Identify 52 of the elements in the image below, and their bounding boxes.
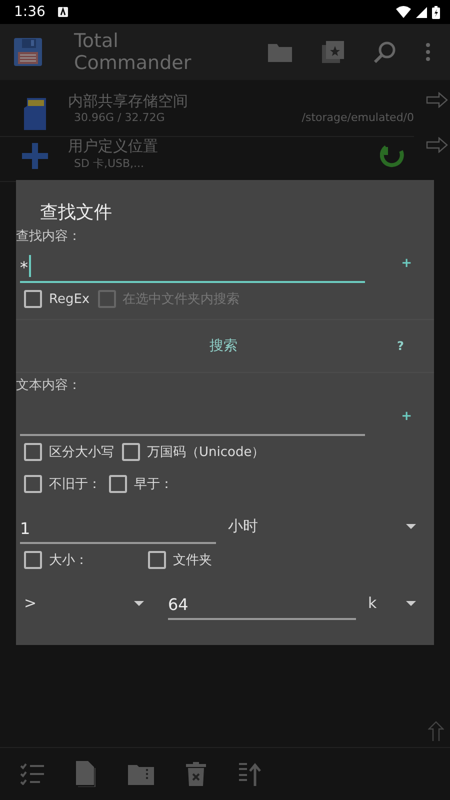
- add-button[interactable]: +: [397, 256, 416, 271]
- plus-icon: [22, 143, 48, 169]
- dropdown-arrow-icon: [406, 600, 416, 606]
- search-icon[interactable]: [374, 41, 396, 63]
- search-button[interactable]: 搜索: [56, 337, 392, 355]
- checkbox[interactable]: [24, 443, 42, 461]
- location-detail: SD 卡,USB,...: [74, 156, 144, 171]
- checkbox[interactable]: [122, 443, 140, 461]
- checkbox-label: 文件夹: [173, 552, 212, 569]
- folder-icon[interactable]: [268, 42, 292, 62]
- search-input-field[interactable]: *: [20, 245, 365, 283]
- sort-icon[interactable]: [238, 762, 262, 786]
- checkbox-label: 万国码（Unicode）: [147, 444, 265, 461]
- checklist-icon[interactable]: [20, 763, 44, 785]
- add-button[interactable]: +: [397, 409, 416, 424]
- size-unit-dropdown[interactable]: k: [368, 594, 416, 620]
- checkbox[interactable]: [24, 475, 42, 493]
- zip-folder-icon[interactable]: [128, 763, 154, 785]
- checkbox[interactable]: [109, 475, 127, 493]
- field-label: 文本内容：: [16, 377, 82, 394]
- location-path: /storage/emulated/0: [302, 111, 414, 124]
- dropdown-arrow-icon: [406, 524, 416, 529]
- help-button[interactable]: ?: [391, 338, 410, 354]
- checkbox[interactable]: [148, 551, 166, 569]
- age-input-field[interactable]: 1: [20, 512, 216, 544]
- location-detail: 30.96G / 32.72G: [74, 111, 165, 124]
- status-time: 1:36: [14, 4, 46, 20]
- checkbox-label: 大小：: [49, 552, 88, 569]
- arrow-right-icon[interactable]: [426, 92, 448, 108]
- size-input-field[interactable]: 64: [168, 588, 356, 620]
- checkbox[interactable]: [24, 290, 42, 308]
- checkbox-label: 区分大小写: [49, 444, 114, 461]
- more-menu-icon[interactable]: [426, 43, 430, 61]
- checkbox-label: 早于：: [134, 476, 173, 493]
- sd-card-icon: [22, 98, 48, 130]
- bookmark-icon[interactable]: [322, 41, 344, 63]
- trash-icon[interactable]: [186, 762, 206, 786]
- arrow-right-icon[interactable]: [426, 137, 448, 153]
- operator-dropdown[interactable]: >: [24, 594, 144, 620]
- dialog-title: 查找文件: [39, 201, 113, 224]
- battery-icon: [432, 6, 440, 18]
- checkbox-label: 不旧于：: [49, 476, 101, 493]
- wifi-icon: [396, 6, 411, 18]
- app-title: Total Commander: [74, 30, 192, 74]
- file-icon[interactable]: [76, 761, 96, 787]
- checkbox[interactable]: [24, 551, 42, 569]
- signal-icon: [416, 6, 427, 18]
- dropdown-arrow-icon: [134, 600, 144, 606]
- field-label: 查找内容：: [16, 228, 82, 245]
- notification-icon: [58, 7, 68, 17]
- checkbox-label: RegEx: [49, 292, 90, 306]
- unit-dropdown[interactable]: 小时: [228, 517, 416, 544]
